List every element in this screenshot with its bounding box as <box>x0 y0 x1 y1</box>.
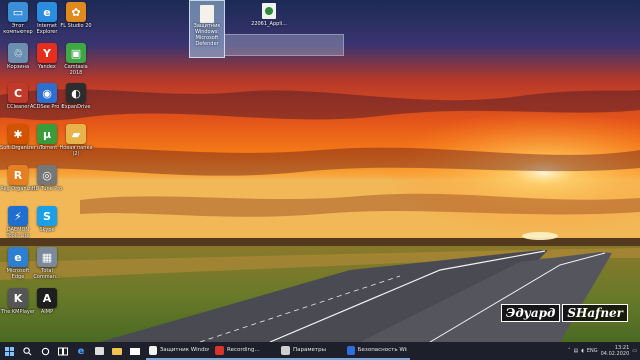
tb-app-settings[interactable]: Параметры <box>278 342 344 360</box>
ie-icon: e <box>37 2 57 22</box>
skype-icon: S <box>37 206 57 226</box>
desktop-shortcut[interactable]: A AIMP <box>29 288 65 328</box>
aimp-icon: A <box>37 288 57 308</box>
desktop-shortcut-label: HD Tune Pro <box>31 186 63 192</box>
tb-app-security[interactable]: Безопасность Win... <box>344 342 410 360</box>
total-commander-icon: ▦ <box>37 247 57 267</box>
desktop-shortcut[interactable]: ◎ HD Tune Pro <box>29 165 65 205</box>
desktop: ▭ Этот компьютер ♲ Корзина C CCleaner ✱ Soft Or… <box>0 0 640 342</box>
application-icon <box>262 3 276 19</box>
desktop-shortcut-label: Yandex <box>38 64 56 70</box>
desktop-shortcut[interactable]: ▰ Новая папка (2) <box>58 124 94 164</box>
app-icon <box>347 345 355 355</box>
taskbar-app-label: Recording... <box>227 347 260 353</box>
desktop-shortcut-label: CCleaner <box>6 104 30 110</box>
cortana-icon <box>41 347 49 355</box>
task-view-icon <box>58 347 68 355</box>
taskbar-mail[interactable] <box>126 342 144 360</box>
desktop-shortcut[interactable]: ◐ ExpanDrive <box>58 83 94 123</box>
windows-logo-icon <box>4 346 14 356</box>
daemon-tools-icon: ⚡ <box>8 206 28 226</box>
desktop-shortcut[interactable]: ▣ Camtasia 2018 <box>58 43 94 83</box>
taskbar-app-label: Защитник Window... <box>159 347 209 353</box>
taskbar: e Защитник Window... Recording... Параметр… <box>0 342 640 360</box>
taskbar-store[interactable] <box>90 342 108 360</box>
folder-icon <box>112 347 122 355</box>
kmplayer-icon: K <box>8 288 28 308</box>
desktop-shortcut-label: uTorrent <box>36 145 58 151</box>
taskbar-edge[interactable]: e <box>72 342 90 360</box>
desktop-shortcut-label: Camtasia 2018 <box>64 64 88 76</box>
desktop-shortcut-label: Total Comman... <box>33 268 61 280</box>
drag-selection-area <box>224 34 344 56</box>
watermark: Эдуард SHafner <box>500 304 628 322</box>
clock[interactable]: 13:21 04.02.2020 <box>601 345 630 357</box>
volume-icon[interactable]: ◖ <box>581 348 584 354</box>
tb-app-recording[interactable]: Recording... <box>212 342 278 360</box>
edge-icon: e <box>8 247 28 267</box>
reg-organizer-icon: R <box>8 165 28 185</box>
desktop-shortcut-label: Новая папка (2) <box>59 145 93 157</box>
selected-file-label: Защитник Windows: Microsoft Defender <box>193 23 221 47</box>
soft-organizer-icon: ✱ <box>8 124 28 144</box>
this-pc-icon: ▭ <box>8 2 28 22</box>
desktop-shortcut[interactable]: S Skype <box>29 206 65 246</box>
new-folder-icon: ▰ <box>66 124 86 144</box>
app-icon <box>215 345 224 355</box>
app-icon <box>281 345 290 355</box>
desktop-shortcut-label: AIMP <box>40 309 54 315</box>
search-icon <box>22 346 31 355</box>
language-indicator[interactable]: ENG <box>587 348 598 354</box>
desktop-shortcut[interactable]: ▦ Total Comman... <box>29 247 65 287</box>
recycle-bin-icon: ♲ <box>8 43 28 63</box>
tray-arrow-icon[interactable]: ˄ <box>568 348 571 354</box>
app-file-label: 22061_Appli... <box>251 21 287 27</box>
notifications-icon[interactable]: ▭ <box>632 348 637 354</box>
edge-icon: e <box>77 345 85 357</box>
search-button[interactable] <box>18 342 36 360</box>
selected-file-item[interactable]: Защитник Windows: Microsoft Defender <box>189 0 225 58</box>
desktop-shortcut-label: ExpanDrive <box>61 104 91 110</box>
store-icon <box>94 347 104 355</box>
task-view-button[interactable] <box>54 342 72 360</box>
ccleaner-icon: C <box>8 83 28 103</box>
desktop-shortcut-label: FL Studio 20 <box>60 23 92 29</box>
network-icon[interactable]: ▤ <box>573 348 578 354</box>
utorrent-icon: µ <box>37 124 57 144</box>
desktop-shortcut-label: Корзина <box>6 64 30 70</box>
system-tray: ˄ ▤ ◖ ENG 13:21 04.02.2020 ▭ <box>568 342 640 360</box>
document-icon <box>200 5 214 23</box>
desktop-shortcut-label: Skype <box>39 227 55 233</box>
mail-icon <box>130 347 140 355</box>
clock-date: 04.02.2020 <box>600 351 630 357</box>
expandrive-icon: ◐ <box>66 83 86 103</box>
fl-studio-icon: ✿ <box>66 2 86 22</box>
app-file-item[interactable]: 22061_Appli... <box>251 3 287 37</box>
tb-app-defender[interactable]: Защитник Window... <box>146 342 212 360</box>
taskbar-app-label: Безопасность Win... <box>357 347 407 353</box>
hd-tune-icon: ◎ <box>37 165 57 185</box>
watermark-name: Эдуард <box>500 304 561 322</box>
acdsee-icon: ◉ <box>37 83 57 103</box>
camtasia-icon: ▣ <box>66 43 86 63</box>
taskbar-app-label: Параметры <box>293 347 326 353</box>
cortana-button[interactable] <box>36 342 54 360</box>
taskbar-explorer[interactable] <box>108 342 126 360</box>
yandex-icon: Y <box>37 43 57 63</box>
watermark-surname: SHafner <box>562 304 628 322</box>
desktop-shortcut[interactable]: ✿ FL Studio 20 <box>58 2 94 42</box>
app-icon <box>149 345 157 355</box>
start-button[interactable] <box>0 342 18 360</box>
